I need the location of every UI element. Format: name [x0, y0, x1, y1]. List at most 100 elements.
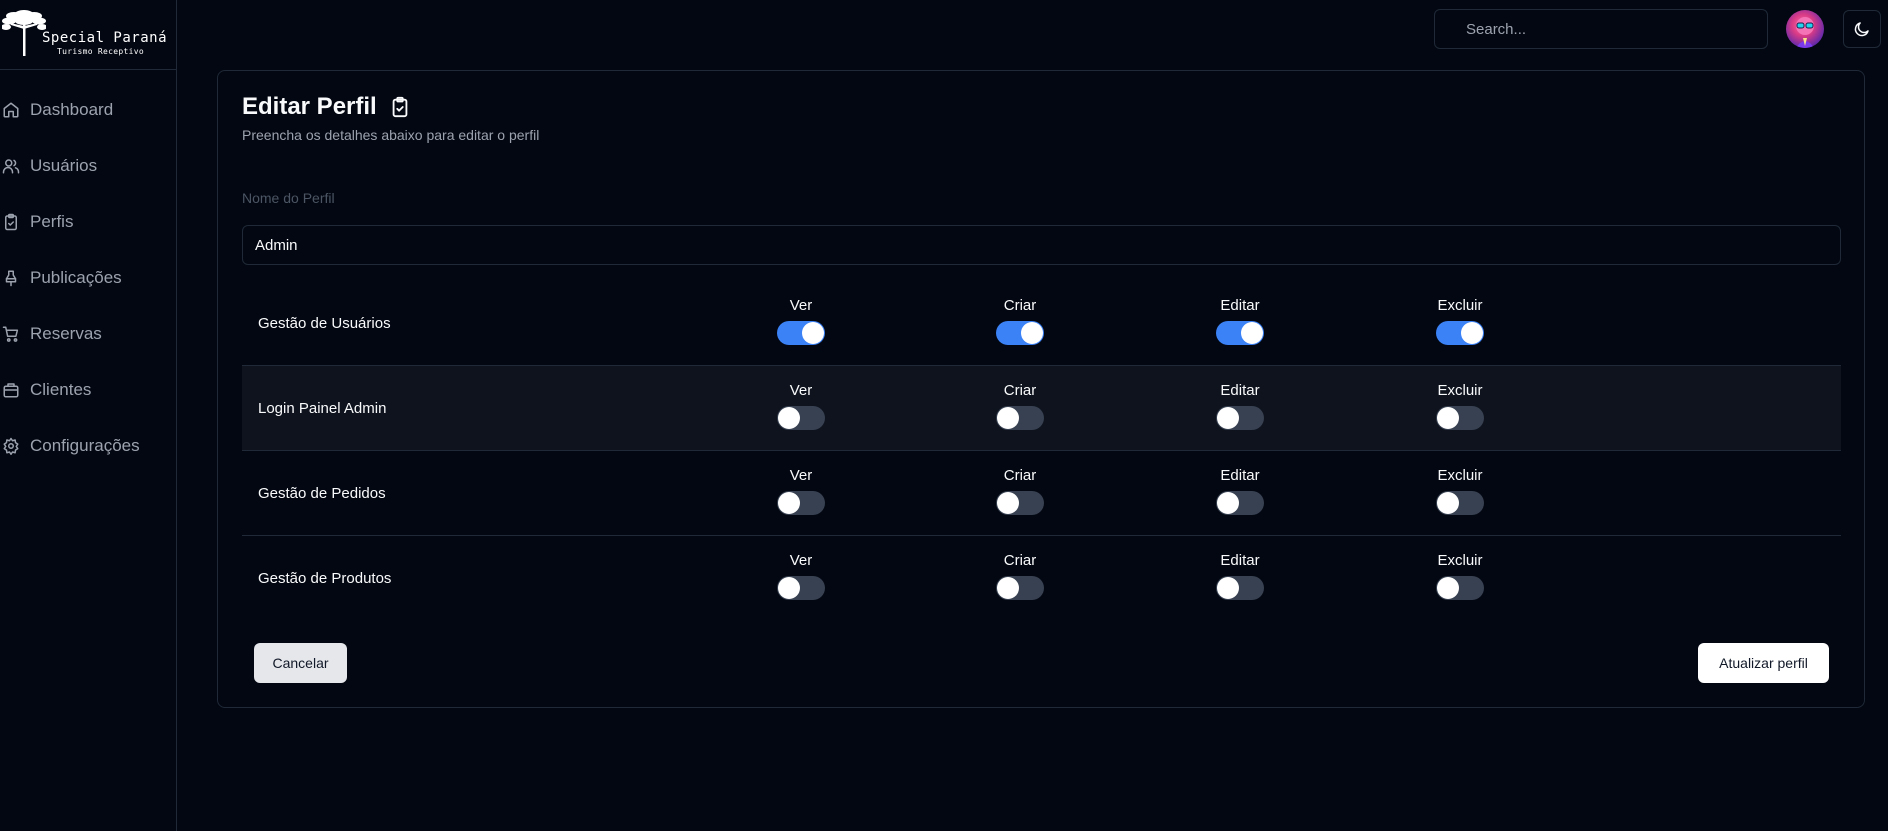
permission-toggle-editar[interactable]: [1216, 576, 1264, 600]
permission-column-label: Editar: [1220, 552, 1260, 569]
permission-column-label: Editar: [1220, 467, 1260, 484]
permission-toggle-editar[interactable]: [1216, 321, 1264, 345]
permission-column-label: Excluir: [1437, 382, 1483, 399]
permission-toggle-ver[interactable]: [777, 491, 825, 515]
permission-column-label: Editar: [1220, 382, 1260, 399]
permission-name: Gestão de Usuários: [258, 315, 391, 332]
permission-cell: Ver: [761, 552, 841, 600]
card-header: Editar Perfil: [242, 93, 411, 121]
permission-name: Login Painel Admin: [258, 400, 387, 417]
sidebar-item-configuracoes[interactable]: Configurações: [0, 418, 176, 474]
permission-toggle-ver[interactable]: [777, 406, 825, 430]
box-icon: [3, 383, 19, 398]
toggle-knob: [802, 322, 824, 344]
sidebar-item-reservas[interactable]: Reservas: [0, 306, 176, 362]
pin-icon: [5, 270, 17, 287]
sidebar-nav: Dashboard Usuários Perfis Publicações Re…: [0, 82, 176, 474]
permission-cell: Ver: [761, 297, 841, 345]
page-title: Editar Perfil: [242, 93, 377, 120]
sidebar-item-publicacoes[interactable]: Publicações: [0, 250, 176, 306]
sidebar-item-perfis[interactable]: Perfis: [0, 194, 176, 250]
profile-name-input[interactable]: [242, 225, 1841, 265]
cart-icon: [2, 326, 19, 342]
permission-toggle-criar[interactable]: [996, 321, 1044, 345]
permission-cell: Ver: [761, 382, 841, 430]
permission-row: Gestão de Usuários Ver Criar Editar Excluir: [242, 281, 1841, 366]
toggle-knob: [1461, 322, 1483, 344]
sidebar-item-dashboard[interactable]: Dashboard: [0, 82, 176, 138]
permission-cell: Criar: [980, 552, 1060, 600]
sidebar-item-label: Dashboard: [30, 100, 114, 119]
toggle-knob: [997, 407, 1019, 429]
permission-cell: Criar: [980, 467, 1060, 515]
theme-toggle-button[interactable]: [1843, 10, 1881, 48]
permission-name: Gestão de Pedidos: [258, 485, 386, 502]
clipboard-check-icon: [5, 213, 17, 231]
permission-toggle-criar[interactable]: [996, 406, 1044, 430]
gear-icon: [3, 437, 19, 455]
permission-toggle-criar[interactable]: [996, 576, 1044, 600]
permission-column-label: Ver: [789, 297, 813, 314]
permission-toggle-ver[interactable]: [777, 321, 825, 345]
toggle-knob: [1217, 577, 1239, 599]
permission-column-label: Criar: [1003, 467, 1037, 484]
permission-toggle-excluir[interactable]: [1436, 321, 1484, 345]
toggle-knob: [1217, 407, 1239, 429]
toggle-knob: [778, 492, 800, 514]
permission-toggle-excluir[interactable]: [1436, 406, 1484, 430]
toggle-knob: [997, 492, 1019, 514]
permission-column-label: Excluir: [1437, 552, 1483, 569]
toggle-knob: [1437, 492, 1459, 514]
toggle-knob: [1021, 322, 1043, 344]
sidebar-item-label: Clientes: [30, 380, 92, 399]
sidebar-item-usuarios[interactable]: Usuários: [0, 138, 176, 194]
toggle-knob: [1437, 407, 1459, 429]
users-icon: [2, 159, 20, 174]
permission-toggle-editar[interactable]: [1216, 406, 1264, 430]
sidebar-item-label: Perfis: [30, 212, 74, 231]
avatar-image: [1796, 17, 1814, 48]
permission-column-label: Ver: [789, 382, 813, 399]
permission-cell: Excluir: [1420, 297, 1500, 345]
logo[interactable]: Special Paraná Turismo Receptivo: [0, 0, 176, 70]
sidebar: Special Paraná Turismo Receptivo Dashboa…: [0, 0, 177, 831]
permission-toggle-excluir[interactable]: [1436, 576, 1484, 600]
permission-toggle-excluir[interactable]: [1436, 491, 1484, 515]
permission-cell: Excluir: [1420, 552, 1500, 600]
permission-row: Gestão de Produtos Ver Criar Editar Excluir: [242, 536, 1841, 621]
permissions-table: Gestão de Usuários Ver Criar Editar Excluir L…: [242, 281, 1841, 621]
permission-cell: Editar: [1200, 382, 1280, 430]
permission-column-label: Criar: [1003, 382, 1037, 399]
toggle-knob: [778, 577, 800, 599]
toggle-knob: [778, 407, 800, 429]
permission-cell: Editar: [1200, 467, 1280, 515]
sidebar-item-clientes[interactable]: Clientes: [0, 362, 176, 418]
permission-row: Login Painel Admin Ver Criar Editar Excluir: [242, 366, 1841, 451]
permission-column-label: Editar: [1220, 297, 1260, 314]
araucaria-tree-icon: [2, 10, 46, 56]
permission-cell: Criar: [980, 382, 1060, 430]
page-description: Preencha os detalhes abaixo para editar …: [242, 127, 540, 143]
update-profile-button[interactable]: Atualizar perfil: [1698, 643, 1829, 683]
permission-column-label: Criar: [1003, 297, 1037, 314]
permission-cell: Excluir: [1420, 382, 1500, 430]
permission-name: Gestão de Produtos: [258, 570, 392, 587]
search-input[interactable]: [1434, 9, 1768, 49]
avatar[interactable]: [1786, 10, 1824, 48]
toggle-knob: [1241, 322, 1263, 344]
edit-profile-card: Editar Perfil Preencha os detalhes abaix…: [217, 70, 1865, 708]
sidebar-item-label: Publicações: [30, 268, 122, 287]
home-icon: [3, 102, 19, 118]
permission-cell: Editar: [1200, 297, 1280, 345]
brand-name: Special Paraná: [42, 30, 168, 46]
permission-column-label: Ver: [789, 552, 813, 569]
sidebar-item-label: Usuários: [30, 156, 98, 175]
toggle-knob: [997, 577, 1019, 599]
sidebar-item-label: Reservas: [30, 324, 102, 343]
permission-toggle-criar[interactable]: [996, 491, 1044, 515]
permission-toggle-ver[interactable]: [777, 576, 825, 600]
permission-toggle-editar[interactable]: [1216, 491, 1264, 515]
permission-cell: Ver: [761, 467, 841, 515]
cancel-button[interactable]: Cancelar: [254, 643, 347, 683]
permission-column-label: Excluir: [1437, 467, 1483, 484]
